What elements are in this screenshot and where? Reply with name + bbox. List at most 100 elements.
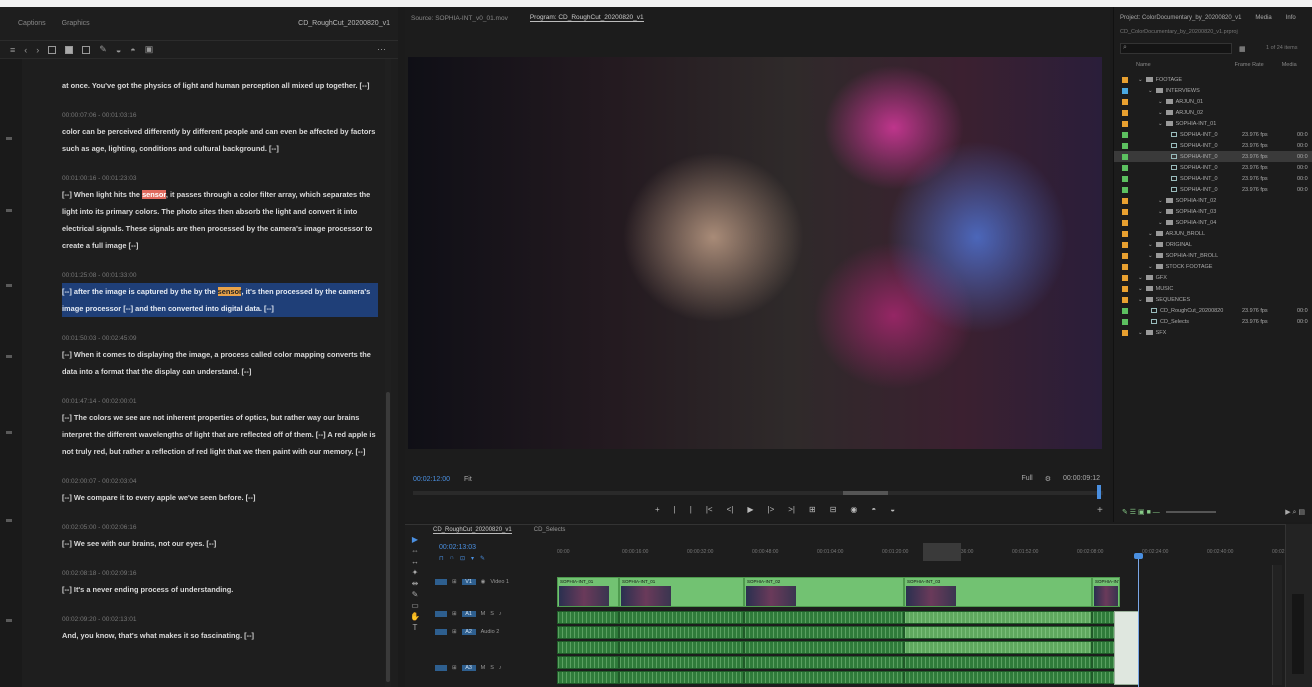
audio-clip[interactable]: [557, 656, 619, 669]
segment-text[interactable]: at once. You've got the physics of light…: [62, 77, 378, 94]
transport-button[interactable]: ▶: [747, 505, 753, 514]
tool-button[interactable]: ⇹: [412, 579, 419, 588]
transport-button[interactable]: +: [655, 505, 660, 514]
audio-clip[interactable]: [744, 611, 904, 624]
audio-clip[interactable]: [904, 671, 1092, 684]
label-color-swatch[interactable]: [1122, 131, 1128, 138]
label-color-swatch[interactable]: [1122, 263, 1128, 270]
word-highlight[interactable]: sensor: [217, 287, 242, 296]
project-bin-row[interactable]: ⌄ GFX: [1114, 272, 1312, 283]
project-bin-row[interactable]: ⌄ SOPHIA-INT_BROLL: [1114, 250, 1312, 261]
segment-timecode[interactable]: 00:01:47:14 - 00:02:00:01: [62, 398, 378, 405]
program-video-frame[interactable]: [408, 57, 1102, 449]
transport-button[interactable]: |: [690, 505, 692, 514]
timeline-work-area[interactable]: [923, 543, 961, 561]
disclosure-icon[interactable]: ⌄: [1158, 121, 1163, 127]
label-color-swatch[interactable]: [1122, 274, 1128, 281]
transcript-segment[interactable]: 00:02:05:00 - 00:02:06:16 [--] We see wit…: [62, 524, 378, 552]
disclosure-icon[interactable]: ⌄: [1138, 330, 1143, 336]
segment-timecode[interactable]: 00:02:00:07 - 00:02:03:04: [62, 478, 378, 485]
timeline-vertical-scroll[interactable]: [1272, 565, 1282, 685]
split-icon[interactable]: [65, 45, 74, 54]
caption-list-icon[interactable]: ≡: [10, 45, 15, 55]
speaker-alt-icon[interactable]: ◓: [130, 45, 135, 55]
disclosure-icon[interactable]: ⌄: [1138, 286, 1143, 292]
label-color-swatch[interactable]: [1122, 186, 1128, 193]
wrench-icon[interactable]: ⚙: [1045, 475, 1051, 483]
segment-text[interactable]: [--] The colors we see are not inherent …: [62, 409, 378, 460]
project-view-icons[interactable]: ✎ ☰ ▣ ■ —: [1122, 508, 1160, 516]
track-name-a2[interactable]: A2: [461, 629, 476, 635]
thumbnail-size-slider[interactable]: [1165, 511, 1216, 513]
tab-selects-sequence[interactable]: CD_Selects: [534, 527, 566, 534]
lock-icon[interactable]: ⊞: [452, 629, 457, 635]
segment-text[interactable]: [--] When it comes to displaying the ima…: [62, 346, 378, 380]
disclosure-icon[interactable]: ⌄: [1138, 77, 1143, 83]
label-color-swatch[interactable]: [1122, 296, 1128, 303]
transport-button[interactable]: ◓: [871, 505, 876, 514]
project-clip-row[interactable]: SOPHIA-INT_0 23.976 fps 00:0: [1114, 162, 1312, 173]
transport-button[interactable]: ⊟: [830, 505, 837, 514]
audio-clip[interactable]: [557, 626, 619, 639]
timeline-playhead[interactable]: [1134, 553, 1143, 559]
timeline-timecode[interactable]: 00:02:13:03: [439, 544, 476, 551]
word-highlight[interactable]: sensor: [142, 190, 166, 199]
speaker-icon[interactable]: ◒: [116, 45, 121, 55]
project-bin-row[interactable]: ⌄ FOOTAGE: [1114, 74, 1312, 85]
transcript-scroll-thumb[interactable]: [386, 392, 390, 682]
label-color-swatch[interactable]: [1122, 318, 1128, 325]
project-bin-row[interactable]: ⌄ SOPHIA-INT_01: [1114, 118, 1312, 129]
project-clip-row[interactable]: SOPHIA-INT_0 23.976 fps 00:0: [1114, 140, 1312, 151]
video-clip[interactable]: SOPHIA-INT_01: [557, 577, 619, 607]
segment-timecode[interactable]: 00:01:50:03 - 00:02:45:09: [62, 335, 378, 342]
project-bin-row[interactable]: ⌄ INTERVIEWS: [1114, 85, 1312, 96]
transcript-segment[interactable]: 00:01:25:08 - 00:01:33:00 [--] after the …: [62, 272, 378, 317]
transport-button[interactable]: |>: [767, 505, 774, 514]
segment-timecode[interactable]: 00:02:09:20 - 00:02:13:01: [62, 616, 378, 623]
label-color-swatch[interactable]: [1122, 252, 1128, 259]
transcript-segment[interactable]: 00:01:47:14 - 00:02:00:01 [--] The colors…: [62, 398, 378, 460]
wrench-icon[interactable]: ✎: [480, 555, 485, 562]
lock-icon[interactable]: ⊞: [452, 611, 457, 617]
transport-button[interactable]: ⊞: [809, 505, 816, 514]
segment-timecode[interactable]: 00:02:08:18 - 00:02:09:16: [62, 570, 378, 577]
disclosure-icon[interactable]: ⌄: [1148, 231, 1153, 237]
transcript-segment[interactable]: 00:02:00:07 - 00:02:03:04 [--] We compare…: [62, 478, 378, 506]
tool-button[interactable]: ↔: [411, 557, 419, 566]
new-bin-icon[interactable]: ▦: [1239, 45, 1246, 53]
transcript-segment[interactable]: 00:01:00:16 - 00:01:23:03 [--] When light…: [62, 175, 378, 254]
label-color-swatch[interactable]: [1122, 164, 1128, 171]
audio-clip[interactable]: [744, 671, 904, 684]
tab-project[interactable]: Project: ColorDocumentary_by_20200820_v1: [1120, 15, 1241, 21]
segment-timecode[interactable]: 00:01:25:08 - 00:01:33:00: [62, 272, 378, 279]
audio-clip[interactable]: [904, 611, 1092, 624]
timeline-playhead-line[interactable]: [1138, 555, 1139, 687]
project-bin-row[interactable]: ⌄ SOPHIA-INT_04: [1114, 217, 1312, 228]
disclosure-icon[interactable]: ⌄: [1158, 110, 1163, 116]
program-timecode[interactable]: 00:02:12:00: [413, 476, 450, 483]
track-target-a1[interactable]: [435, 611, 447, 617]
project-bin-row[interactable]: ⌄ ARJUN_02: [1114, 107, 1312, 118]
label-color-swatch[interactable]: [1122, 87, 1128, 94]
disclosure-icon[interactable]: ⌄: [1158, 209, 1163, 215]
tool-button[interactable]: ✋: [410, 612, 420, 621]
label-color-swatch[interactable]: [1122, 329, 1128, 336]
tab-roughcut-sequence[interactable]: CD_RoughCut_20200820_v1: [433, 527, 512, 534]
track-name-a1[interactable]: A1: [461, 611, 476, 617]
project-bin-row[interactable]: ⌄ SEQUENCES: [1114, 294, 1312, 305]
video-clip[interactable]: SOPHIA-INT_02: [744, 577, 904, 607]
segment-text[interactable]: color can be perceived differently by di…: [62, 123, 378, 157]
segment-timecode[interactable]: 00:00:07:06 - 00:01:03:16: [62, 112, 378, 119]
transcript-segment[interactable]: 00:02:09:20 - 00:02:13:01 And, you know, …: [62, 616, 378, 644]
label-color-swatch[interactable]: [1122, 208, 1128, 215]
disclosure-icon[interactable]: ⌄: [1158, 99, 1163, 105]
project-clip-row[interactable]: SOPHIA-INT_0 23.976 fps 00:0: [1114, 151, 1312, 162]
chevron-left-icon[interactable]: ‹: [24, 45, 27, 55]
mic-icon[interactable]: ♪: [499, 611, 502, 617]
program-playhead[interactable]: [1097, 485, 1101, 499]
label-color-swatch[interactable]: [1122, 219, 1128, 226]
column-media[interactable]: Media: [1282, 62, 1297, 74]
panel-menu-icon[interactable]: ⋯: [377, 44, 386, 55]
audio-clip[interactable]: [744, 641, 904, 654]
zoom-fit-dropdown[interactable]: Fit: [464, 476, 472, 483]
